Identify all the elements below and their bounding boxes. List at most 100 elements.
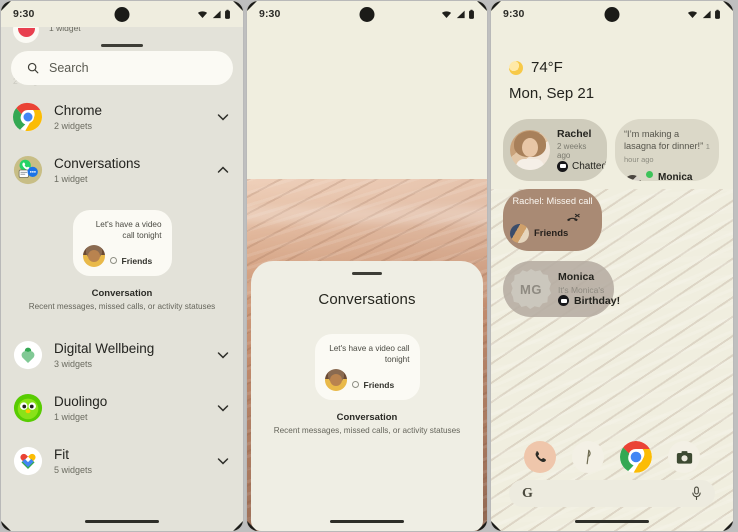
phone-mid-bottom-sheet: 9:30 Conversations Let's have a video ca… bbox=[246, 0, 488, 532]
conversation-message: Let's have a video call tonight bbox=[329, 344, 410, 365]
search-area: 2 widgets Search bbox=[1, 49, 243, 89]
wifi-icon bbox=[687, 10, 698, 18]
front-camera-dot bbox=[114, 7, 130, 22]
dock-clock-icon[interactable] bbox=[572, 441, 604, 473]
birthday-sub: It's Monica's bbox=[558, 284, 605, 295]
status-icons bbox=[687, 9, 721, 20]
front-camera-dot bbox=[359, 7, 375, 22]
search-icon bbox=[27, 62, 39, 74]
chevron-down-icon[interactable] bbox=[215, 109, 231, 125]
conversation-message: Let's have a video call tonight bbox=[95, 220, 162, 241]
contact-name: Monica bbox=[558, 271, 595, 284]
initials-label: MG bbox=[520, 281, 542, 297]
sheet-drag-handle[interactable] bbox=[101, 44, 143, 47]
lips-app-icon bbox=[13, 27, 39, 43]
preview-title: Conversation bbox=[91, 288, 153, 300]
search-input[interactable]: Search bbox=[11, 51, 233, 85]
battery-icon bbox=[225, 9, 230, 19]
battery-icon bbox=[715, 9, 720, 19]
search-placeholder: Search bbox=[49, 61, 89, 75]
app-row-chrome[interactable]: Chrome 2 widgets bbox=[1, 92, 243, 142]
navigation-pill[interactable] bbox=[575, 519, 649, 523]
conversations-icon bbox=[13, 155, 43, 185]
quote-text: “I’m making a lasagna for dinner!” 1 hou… bbox=[624, 128, 710, 165]
weather-widget[interactable]: 74°F Mon, Sep 21 bbox=[509, 59, 594, 102]
status-label: Chatted bbox=[572, 160, 607, 172]
app-row-digital-wellbeing[interactable]: Digital Wellbeing 3 widgets bbox=[1, 330, 243, 381]
status-time: 9:30 bbox=[259, 8, 281, 20]
partial-app-row[interactable]: 1 widget bbox=[1, 27, 243, 49]
conversation-preview-card[interactable]: Let's have a video call tonight Friends bbox=[314, 334, 420, 401]
app-row-fit[interactable]: Fit 5 widgets bbox=[1, 436, 243, 487]
app-name: Conversations bbox=[54, 156, 141, 172]
conversation-preview-card[interactable]: Let's have a video call tonight Friends bbox=[72, 210, 172, 277]
digital-wellbeing-icon bbox=[13, 340, 43, 370]
chevron-up-icon[interactable] bbox=[215, 162, 231, 178]
microphone-icon[interactable] bbox=[691, 486, 702, 501]
signal-icon bbox=[456, 10, 465, 18]
chevron-down-icon[interactable] bbox=[215, 400, 231, 416]
sheet-title: Conversations bbox=[318, 291, 416, 308]
online-dot-icon bbox=[646, 171, 653, 179]
avatar-initials: MG bbox=[511, 269, 551, 309]
chevron-down-icon[interactable] bbox=[215, 453, 231, 469]
timestamp: 2 weeks ago bbox=[557, 141, 587, 160]
navigation-pill[interactable] bbox=[330, 519, 404, 523]
contact-name: Rachel bbox=[557, 128, 592, 141]
app-widget-count: 1 widget bbox=[54, 411, 88, 422]
signal-icon bbox=[702, 10, 711, 18]
conversation-contact: Friends bbox=[363, 380, 395, 391]
app-row-duolingo[interactable]: Duolingo 1 widget bbox=[1, 383, 243, 434]
status-bar-left: 9:30 bbox=[1, 1, 243, 27]
app-row-conversations[interactable]: Conversations 1 widget Let's have a vide… bbox=[1, 145, 243, 328]
dock-camera-icon[interactable] bbox=[668, 441, 700, 473]
conversation-widget-monica-quote[interactable]: “I’m making a lasagna for dinner!” 1 hou… bbox=[615, 119, 719, 181]
wifi-icon bbox=[441, 10, 452, 18]
duolingo-icon bbox=[13, 393, 43, 423]
chrome-icon bbox=[13, 102, 43, 132]
dock-phone-icon[interactable] bbox=[524, 441, 556, 473]
preview-description: Recent messages, missed calls, or activi… bbox=[28, 302, 216, 312]
preview-description: Recent messages, missed calls, or activi… bbox=[273, 426, 461, 436]
temperature: 74°F bbox=[531, 59, 563, 76]
status-time: 9:30 bbox=[13, 8, 35, 20]
avatar bbox=[510, 130, 550, 170]
birthday-label: Birthday! bbox=[574, 294, 621, 307]
sheet-drag-handle[interactable] bbox=[352, 272, 382, 275]
dock bbox=[491, 441, 733, 473]
screenshot-stage: 9:30 1 widget 2 widgets Search bbox=[0, 0, 738, 532]
widget-bottom-sheet[interactable]: Conversations Let's have a video call to… bbox=[251, 261, 483, 531]
preview-title: Conversation bbox=[336, 412, 398, 424]
conversation-contact: Friends bbox=[121, 256, 153, 267]
fit-icon bbox=[13, 446, 43, 476]
conversation-widget-birthday[interactable]: MG Monica It's Monica's Birthday! bbox=[503, 261, 620, 317]
app-name: Chrome bbox=[54, 103, 103, 119]
conversation-widget-rachel[interactable]: Rachel 2 weeks ago Chatted bbox=[503, 119, 607, 181]
group-avatar bbox=[510, 224, 529, 243]
conversation-widget-preview[interactable]: Let's have a video call tonight Friends … bbox=[13, 210, 231, 313]
date-label: Mon, Sep 21 bbox=[509, 85, 595, 102]
conversation-widget-preview[interactable]: Let's have a video call tonight Friends … bbox=[273, 334, 461, 437]
google-search-bar[interactable]: G bbox=[509, 480, 715, 507]
sun-icon bbox=[509, 60, 523, 75]
contact-name: Friends bbox=[534, 228, 569, 239]
navigation-pill[interactable] bbox=[85, 519, 159, 523]
status-badge-icon bbox=[351, 381, 359, 389]
picker-sheet: 1 widget 2 widgets Search bbox=[1, 27, 243, 531]
phone-right-home-screen: 9:30 74°F Mon, Sep 21 Rachel 2 weeks ago… bbox=[490, 0, 734, 532]
status-bar-mid: 9:30 bbox=[247, 1, 487, 27]
app-widget-count: 3 widgets bbox=[54, 358, 93, 369]
front-camera-dot bbox=[604, 7, 620, 22]
status-icons bbox=[441, 9, 475, 20]
quote-body: “I’m making a lasagna for dinner!” bbox=[624, 129, 704, 152]
app-list[interactable]: Chrome 2 widgets Conversations 1 widget … bbox=[1, 89, 243, 531]
chevron-down-icon[interactable] bbox=[215, 347, 231, 363]
conversation-widget-missed-call[interactable]: Rachel: Missed call Friends bbox=[503, 189, 602, 251]
signal-icon bbox=[212, 10, 221, 18]
avatar bbox=[324, 369, 347, 392]
chat-bubble-icon bbox=[557, 160, 568, 172]
status-badge-icon bbox=[109, 257, 117, 265]
contact-name: Monica Geller bbox=[658, 172, 693, 181]
app-widget-count: 5 widgets bbox=[54, 464, 93, 475]
dock-chrome-icon[interactable] bbox=[620, 441, 652, 473]
